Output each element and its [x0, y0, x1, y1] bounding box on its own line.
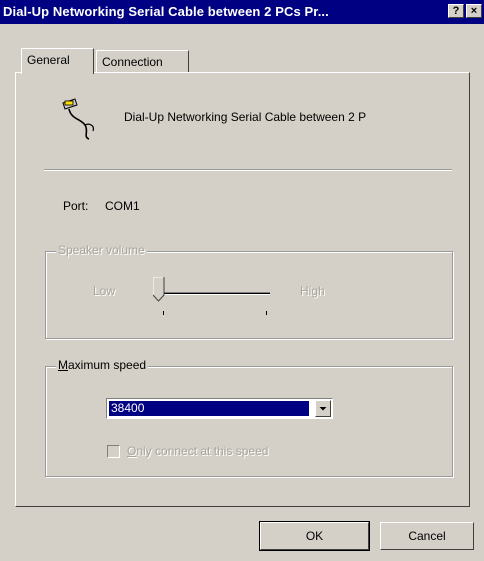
only-connect-checkbox[interactable]: [107, 445, 120, 458]
volume-high-label: High: [300, 284, 325, 298]
volume-slider-thumb[interactable]: [153, 277, 165, 302]
ok-button[interactable]: OK: [259, 521, 370, 551]
window-title: Dial-Up Networking Serial Cable between …: [3, 4, 329, 19]
cancel-button[interactable]: Cancel: [380, 522, 474, 550]
title-bar[interactable]: Dial-Up Networking Serial Cable between …: [0, 0, 484, 24]
properties-dialog: Dial-Up Networking Serial Cable between …: [0, 0, 484, 561]
port-value: COM1: [105, 199, 140, 213]
maximum-speed-title: Maximum speed: [56, 358, 149, 372]
separator: [44, 169, 452, 171]
only-connect-label: Only connect at this speed: [127, 444, 269, 458]
device-name: Dial-Up Networking Serial Cable between …: [124, 110, 367, 124]
chevron-down-icon[interactable]: [315, 400, 331, 417]
volume-tick-low: [163, 311, 164, 315]
help-button[interactable]: ?: [448, 4, 464, 18]
maximum-speed-select[interactable]: 38400: [106, 398, 333, 419]
tab-connection[interactable]: Connection: [96, 50, 189, 72]
volume-low-label: Low: [93, 284, 116, 298]
volume-tick-high: [266, 311, 267, 315]
serial-cable-icon: [62, 98, 94, 140]
tab-general[interactable]: General: [21, 48, 94, 74]
maximum-speed-value: 38400: [109, 401, 309, 416]
speaker-volume-title: Speaker volume: [56, 243, 147, 257]
close-button[interactable]: ×: [466, 4, 482, 18]
maximum-speed-group: [45, 366, 453, 477]
volume-slider-track[interactable]: [161, 292, 270, 295]
port-label: Port:: [63, 199, 89, 213]
